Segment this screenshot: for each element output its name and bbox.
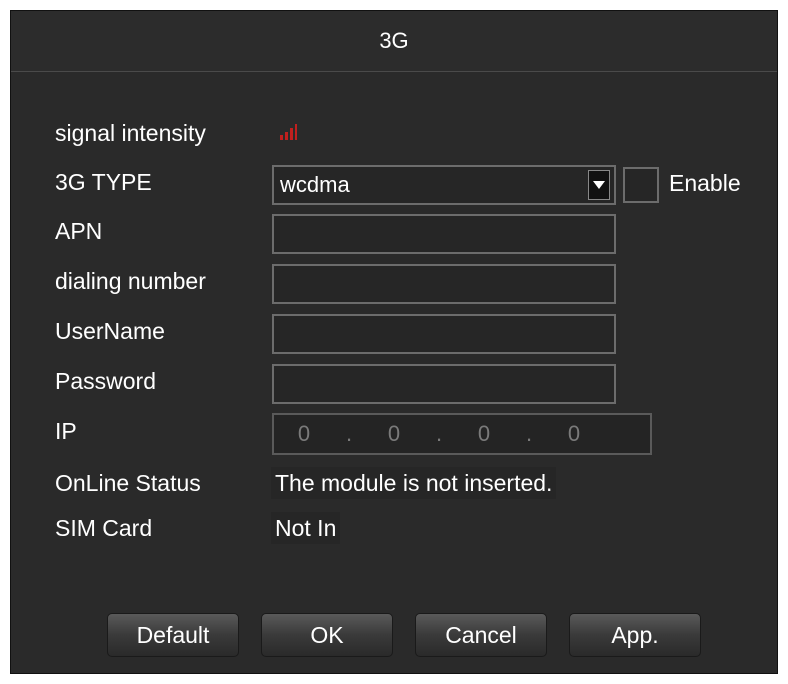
ip-address-input[interactable]: 0 . 0 . 0 . 0 (272, 413, 652, 455)
ok-button[interactable]: OK (261, 613, 393, 657)
username-label: UserName (55, 318, 165, 344)
dialing-number-input[interactable] (272, 264, 616, 304)
ip-dot: . (345, 421, 353, 446)
online-status-label: OnLine Status (55, 470, 201, 496)
dialog-title: 3G (11, 11, 777, 72)
ip-octet-1[interactable]: 0 (274, 421, 334, 447)
signal-strength-icon (280, 124, 297, 140)
username-input[interactable] (272, 314, 616, 354)
default-button[interactable]: Default (107, 613, 239, 657)
apn-label: APN (55, 218, 103, 244)
ip-octet-3[interactable]: 0 (454, 421, 514, 447)
ip-dot: . (435, 421, 443, 446)
password-input[interactable] (272, 364, 616, 404)
apply-button[interactable]: App. (569, 613, 701, 657)
apn-input[interactable] (272, 214, 616, 254)
enable-label: Enable (669, 170, 741, 196)
ip-octet-4[interactable]: 0 (544, 421, 604, 447)
cancel-button[interactable]: Cancel (415, 613, 547, 657)
3g-settings-dialog: 3G signal intensity 3G TYPE wcdma Enable… (10, 10, 778, 674)
password-label: Password (55, 368, 156, 394)
3g-type-label: 3G TYPE (55, 169, 152, 195)
enable-checkbox[interactable] (623, 167, 659, 203)
3g-type-value: wcdma (280, 172, 350, 197)
sim-card-label: SIM Card (55, 515, 153, 541)
online-status-value: The module is not inserted. (271, 467, 557, 499)
chevron-down-icon[interactable] (588, 170, 610, 200)
ip-label: IP (55, 418, 77, 444)
sim-card-value: Not In (271, 512, 341, 544)
ip-octet-2[interactable]: 0 (364, 421, 424, 447)
dialing-number-label: dialing number (55, 268, 206, 294)
signal-intensity-label: signal intensity (55, 120, 206, 146)
ip-dot: . (525, 421, 533, 446)
3g-type-select[interactable]: wcdma (272, 165, 616, 205)
